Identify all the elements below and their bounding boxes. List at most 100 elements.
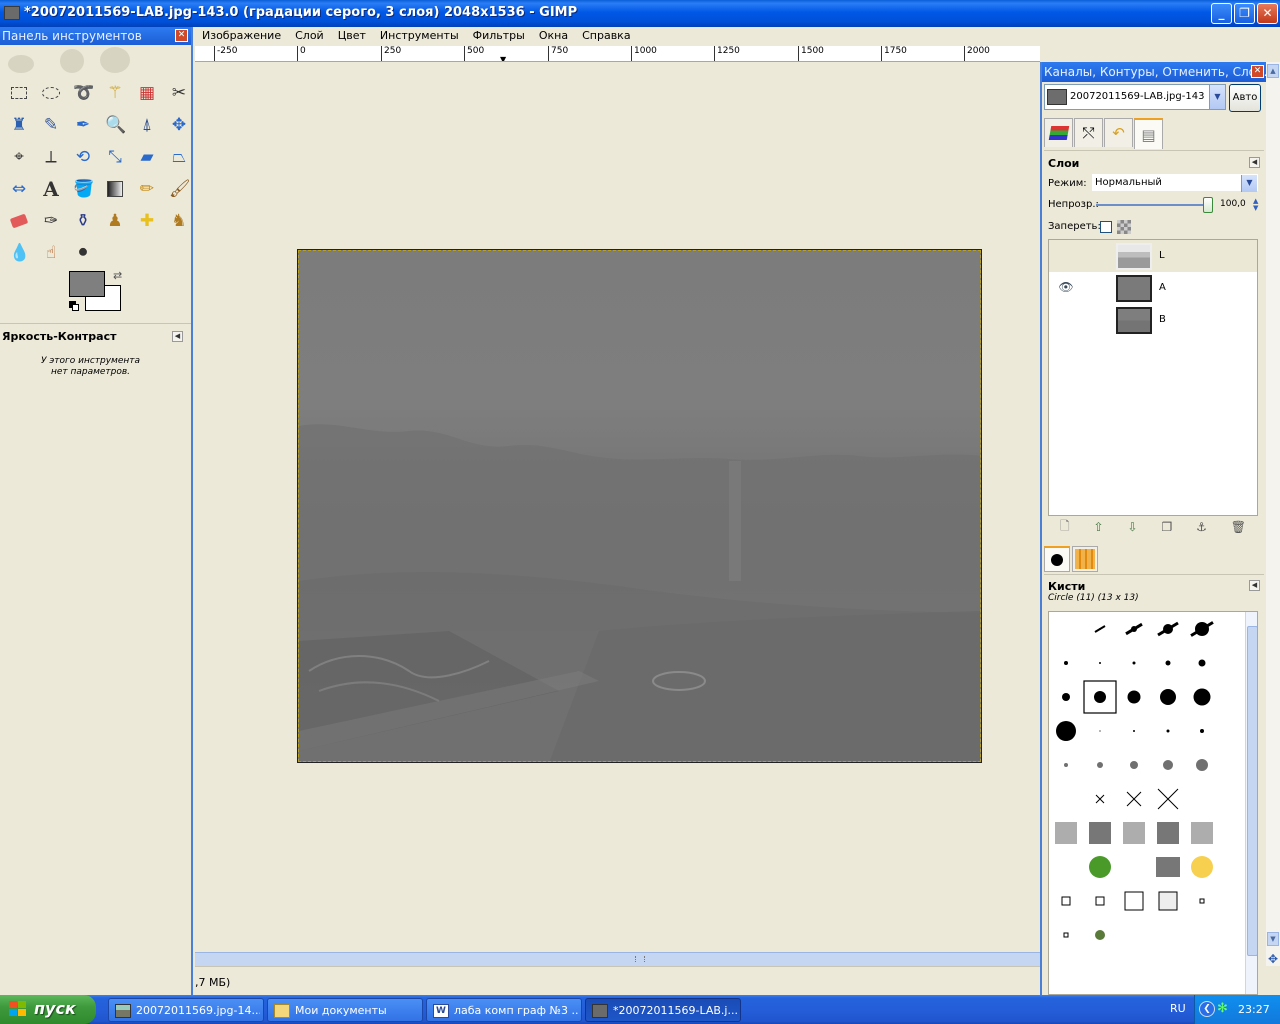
menu-tools[interactable]: Инструменты (373, 27, 466, 46)
brush-thumbnail[interactable] (1056, 721, 1076, 741)
bucket-fill-tool-icon[interactable]: 🪣 (67, 173, 99, 205)
move-tool-icon[interactable]: ✥ (163, 109, 195, 141)
network-icon[interactable]: ✻ (1217, 1001, 1228, 1016)
perspective-clone-tool-icon[interactable]: ♞ (163, 205, 195, 237)
chevron-down-icon[interactable]: ▼ (1241, 175, 1257, 192)
menu-image[interactable]: Изображение (195, 27, 288, 46)
minimize-button[interactable]: _ (1211, 3, 1232, 24)
image-canvas[interactable] (297, 249, 982, 763)
scroll-down-icon[interactable]: ▼ (1267, 932, 1279, 946)
visibility-eye-icon[interactable] (1058, 249, 1074, 261)
brush-thumbnails[interactable] (1049, 612, 1245, 995)
horizontal-scrollbar[interactable] (195, 952, 1040, 966)
brush-thumbnail[interactable] (1095, 930, 1105, 940)
foreground-select-tool-icon[interactable]: ♜ (3, 109, 35, 141)
brush-thumbnail[interactable] (1095, 896, 1105, 906)
taskbar-item[interactable]: W лаба комп граф №3 ... (426, 998, 582, 1022)
chevron-down-icon[interactable]: ▼ (1209, 85, 1225, 109)
dock-close-button[interactable]: ✕ (1251, 65, 1264, 78)
tab-undo[interactable]: ↶ (1104, 118, 1133, 147)
brush-thumbnail[interactable] (1193, 688, 1211, 706)
align-tool-icon[interactable]: ⌖ (3, 141, 35, 173)
brush-thumbnail[interactable] (1061, 896, 1071, 906)
opacity-slider-handle[interactable] (1203, 197, 1213, 213)
ink-tool-icon[interactable]: ⚱ (67, 205, 99, 237)
brush-thumbnail[interactable] (1157, 822, 1179, 844)
rotate-tool-icon[interactable]: ⟲ (67, 141, 99, 173)
brush-scrollbar-thumb[interactable] (1247, 626, 1257, 956)
canvas-area[interactable] (195, 62, 1040, 952)
shear-tool-icon[interactable]: ▰ (131, 141, 163, 173)
mode-select[interactable]: Нормальный ▼ (1092, 174, 1258, 192)
layer-list[interactable]: L 👁 A B (1048, 239, 1258, 516)
brush-thumbnail[interactable] (1157, 788, 1179, 810)
brush-thumbnail[interactable] (1089, 822, 1111, 844)
crop-tool-icon[interactable]: ⟂ (35, 141, 67, 173)
tab-layers[interactable]: ▤ (1134, 118, 1163, 149)
measure-tool-icon[interactable]: ⍋ (131, 109, 163, 141)
scissors-tool-icon[interactable]: ✂ (163, 77, 195, 109)
close-button[interactable]: ✕ (1257, 3, 1278, 24)
color-picker-tool-icon[interactable]: ✒ (67, 109, 99, 141)
maximize-button[interactable]: ❐ (1234, 3, 1255, 24)
ellipse-select-tool-icon[interactable] (35, 77, 67, 109)
paintbrush-tool-icon[interactable]: 🖌 (163, 173, 195, 205)
brush-thumbnail[interactable] (1132, 661, 1136, 665)
brush-thumbnail[interactable] (1124, 891, 1144, 911)
layers-menu-icon[interactable]: ◀ (1249, 157, 1260, 168)
raise-layer-icon[interactable]: ⇧ (1094, 520, 1104, 534)
start-button[interactable]: пуск (0, 995, 96, 1024)
foreground-color-swatch[interactable] (69, 271, 105, 297)
lasso-tool-icon[interactable]: ➰ (67, 77, 99, 109)
toolbox-close-button[interactable]: ✕ (175, 29, 188, 42)
brush-thumbnail[interactable] (1158, 891, 1178, 911)
visibility-eye-icon[interactable]: 👁 (1058, 281, 1074, 293)
layer-row[interactable]: 👁 A (1049, 272, 1257, 304)
auto-button[interactable]: Авто (1229, 84, 1261, 112)
brush-thumbnail[interactable] (1064, 763, 1068, 767)
brush-thumbnail[interactable] (1094, 625, 1106, 633)
text-tool-icon[interactable]: A (35, 173, 67, 205)
lock-alpha-checkbox[interactable] (1100, 221, 1112, 233)
swap-colors-icon[interactable]: ⇄ (113, 269, 122, 282)
tab-brushes[interactable] (1044, 546, 1070, 572)
eraser-tool-icon[interactable] (3, 205, 35, 237)
visibility-eye-icon[interactable] (1058, 313, 1074, 325)
brush-thumbnail[interactable] (1055, 822, 1077, 844)
duplicate-layer-icon[interactable]: ❐ (1161, 520, 1172, 534)
brush-scrollbar[interactable] (1245, 612, 1257, 994)
navigate-icon[interactable]: ✥ (1266, 952, 1280, 966)
blend-tool-icon[interactable] (99, 173, 131, 205)
opacity-slider[interactable] (1096, 204, 1208, 206)
tab-patterns[interactable] (1072, 546, 1098, 572)
fuzzy-select-tool-icon[interactable]: ⚚ (99, 77, 131, 109)
brush-thumbnail[interactable] (1064, 661, 1068, 665)
brush-thumbnail[interactable] (1133, 730, 1135, 732)
pencil-tool-icon[interactable]: ✏ (131, 173, 163, 205)
tray-expand-icon[interactable]: ❮ (1199, 1001, 1215, 1017)
zoom-tool-icon[interactable]: 🔍 (99, 109, 131, 141)
brush-thumbnail[interactable] (1094, 691, 1106, 703)
brush-thumbnail[interactable] (1200, 729, 1204, 733)
opacity-value[interactable]: 100,0 (1220, 199, 1246, 209)
dodge-burn-tool-icon[interactable]: ⚫ (67, 237, 99, 269)
lower-layer-icon[interactable]: ⇩ (1127, 520, 1137, 534)
taskbar-item[interactable]: *20072011569-LAB.j... (585, 998, 741, 1022)
taskbar-item[interactable]: 20072011569.jpg-14... (108, 998, 264, 1022)
image-selector[interactable]: 20072011569-LAB.jpg-143 ▼ (1044, 84, 1226, 110)
menu-help[interactable]: Справка (575, 27, 637, 46)
clone-tool-icon[interactable]: ♟ (99, 205, 131, 237)
reset-colors-icon[interactable] (69, 301, 79, 311)
vertical-scrollbar[interactable]: ▲ ▼ (1266, 62, 1280, 966)
menu-colors[interactable]: Цвет (331, 27, 373, 46)
brush-thumbnail[interactable] (1063, 932, 1069, 938)
paths-tool-icon[interactable]: ✎ (35, 109, 67, 141)
opacity-spin-icon[interactable]: ▲ ▼ (1253, 198, 1258, 212)
brush-thumbnail[interactable] (1198, 659, 1206, 667)
heal-tool-icon[interactable]: ✚ (131, 205, 163, 237)
anchor-layer-icon[interactable]: ⚓ (1196, 520, 1207, 534)
scroll-up-icon[interactable]: ▲ (1267, 64, 1279, 78)
smudge-tool-icon[interactable]: ☝ (35, 237, 67, 269)
airbrush-tool-icon[interactable]: ✑ (35, 205, 67, 237)
language-indicator[interactable]: RU (1170, 1002, 1186, 1015)
